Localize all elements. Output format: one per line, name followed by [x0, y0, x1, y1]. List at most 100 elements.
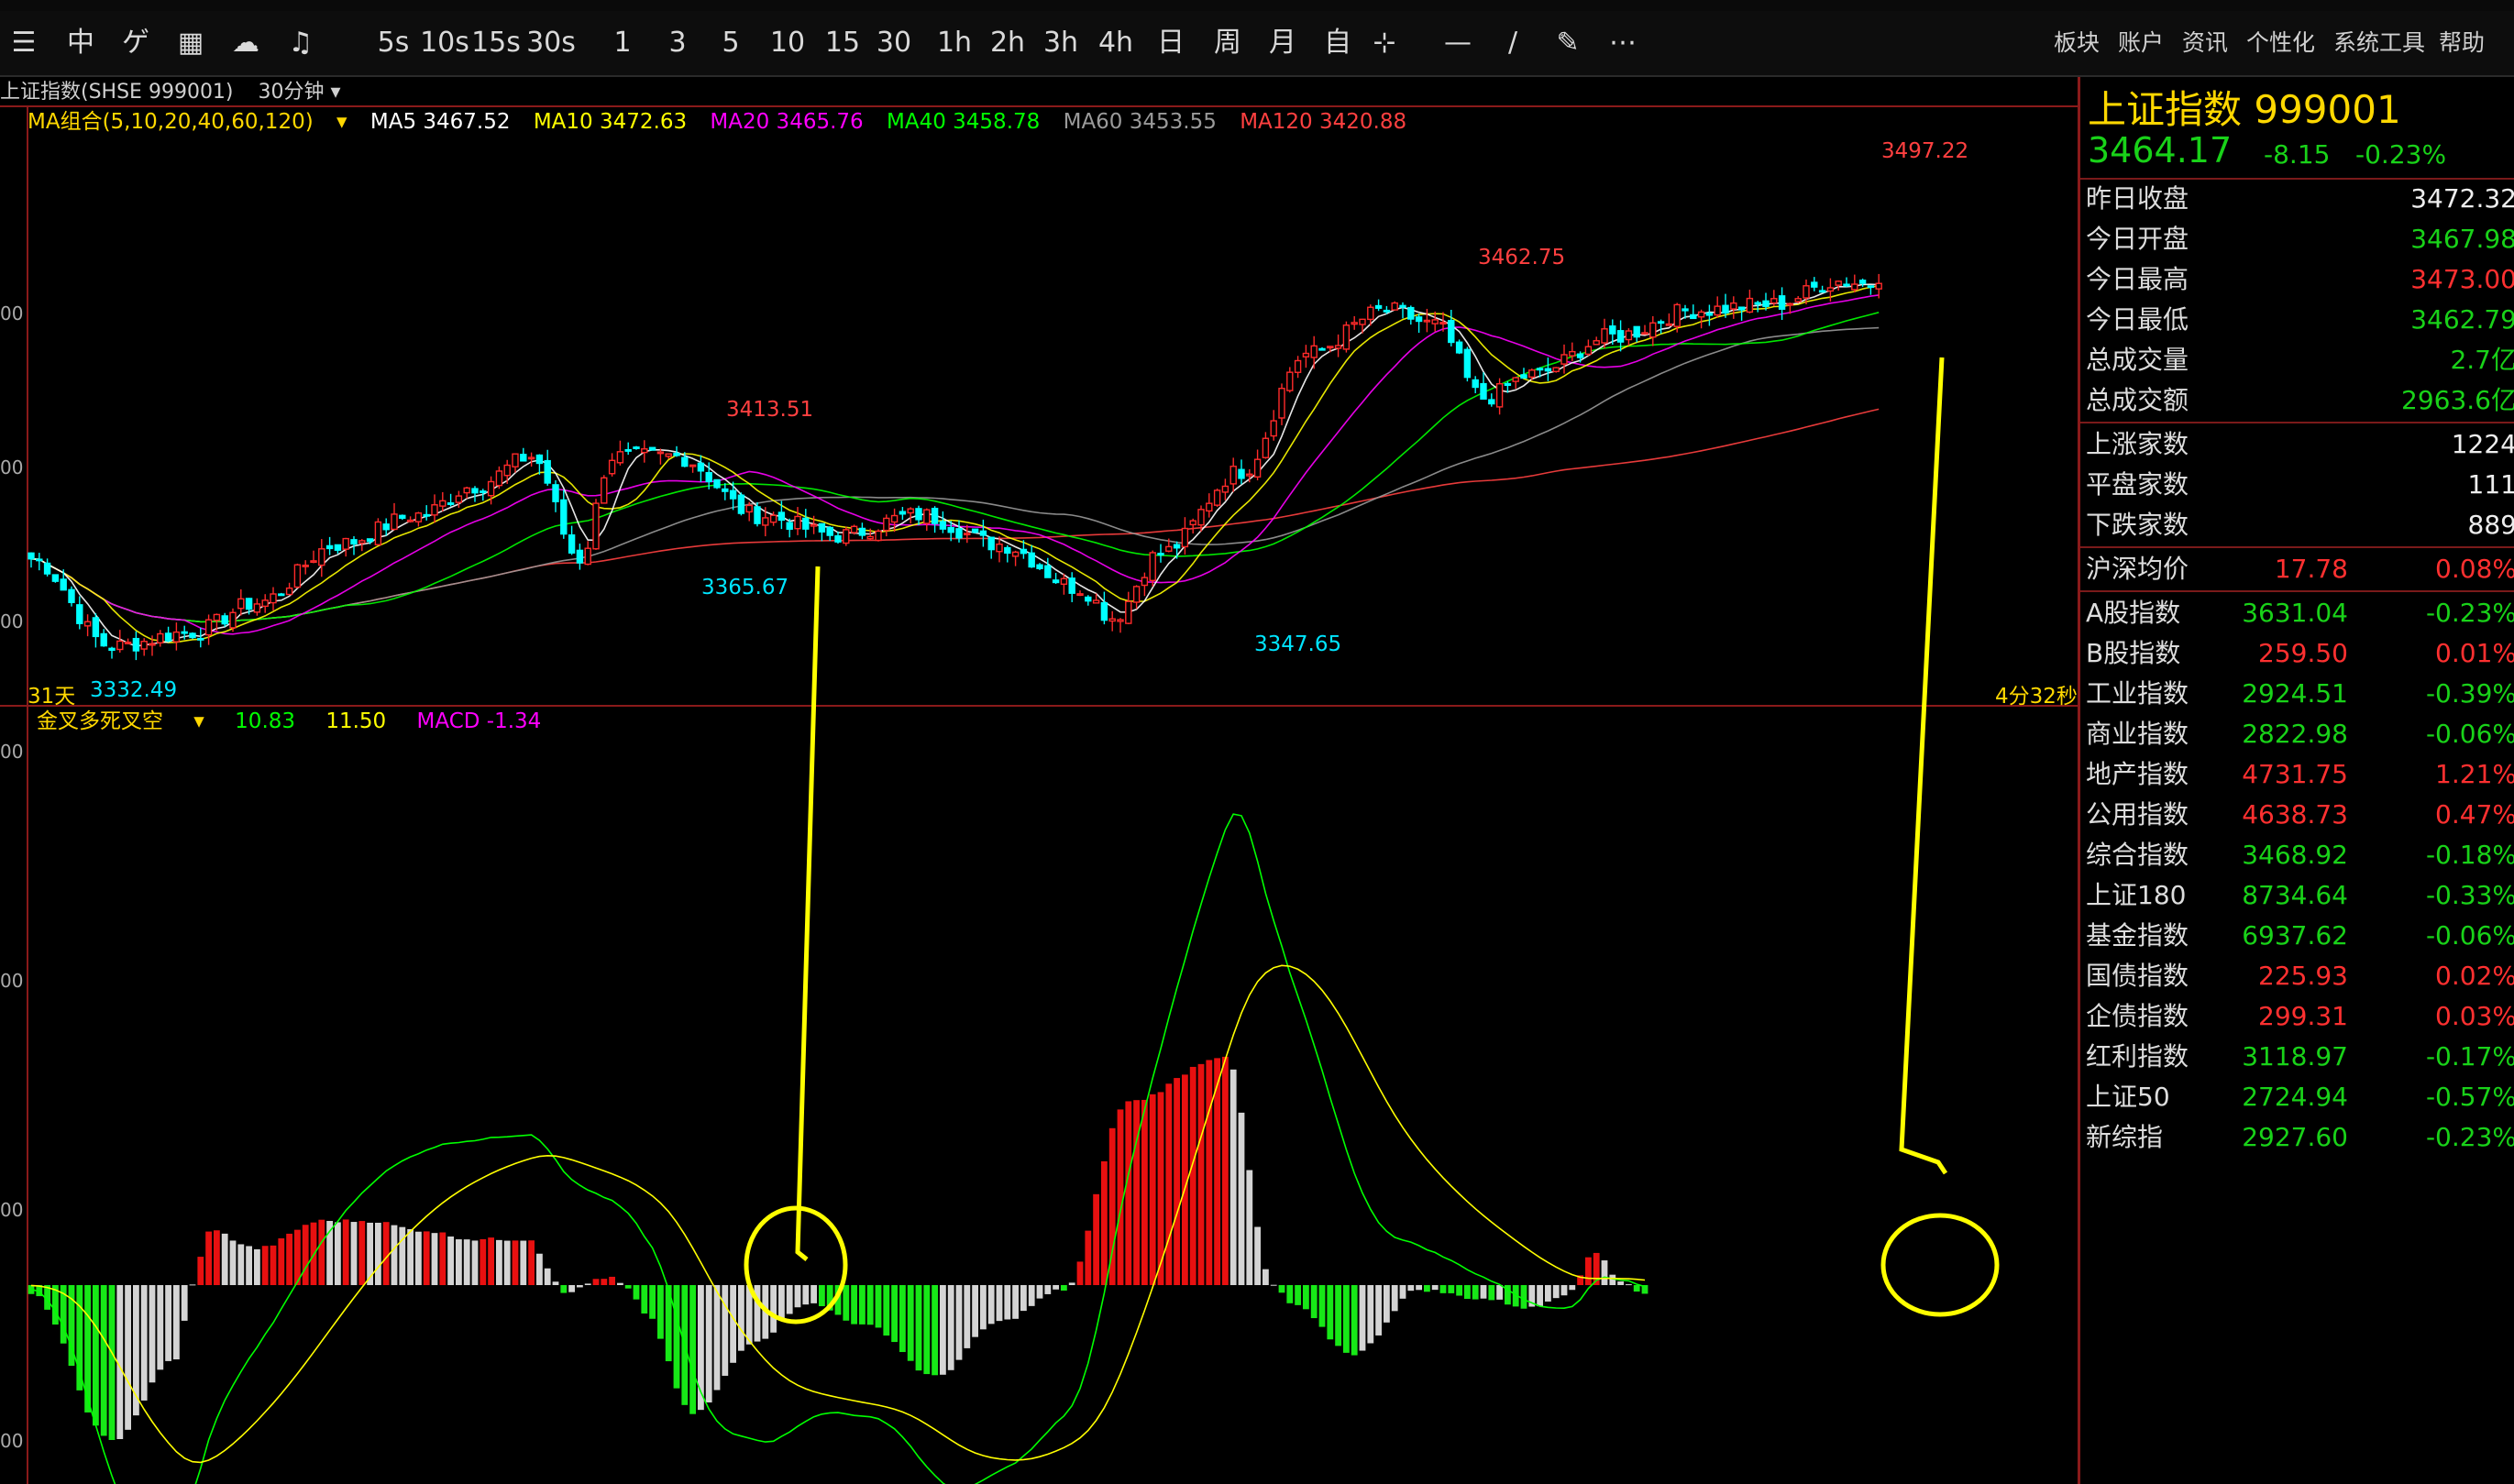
annotation-arrow	[795, 566, 821, 1261]
macd-bar	[1263, 1269, 1269, 1285]
index-row[interactable]: 综合指数 3468.92 -0.18%	[2080, 834, 2514, 875]
macd-bar	[624, 1285, 632, 1289]
index-row[interactable]: 企债指数 299.31 0.03%	[2080, 995, 2514, 1037]
period-button[interactable]: 自	[1313, 11, 1362, 75]
index-row[interactable]: 国债指数 225.93 0.02%	[2080, 955, 2514, 996]
candle-body	[447, 502, 455, 505]
index-row[interactable]: 工业指数 2924.51 -0.39%	[2080, 673, 2514, 714]
high-label: 3462.75	[1478, 246, 1566, 269]
horizontal-line-icon[interactable]: —	[1439, 11, 1476, 75]
candle-body	[270, 593, 277, 604]
menu-list-icon[interactable]: ☰	[7, 11, 40, 75]
period-button[interactable]: 1h	[930, 11, 979, 75]
top-menu-item[interactable]: 板块	[2054, 11, 2100, 75]
period-button[interactable]: 1	[598, 11, 647, 75]
candle-body	[971, 528, 979, 533]
candle-body	[1068, 577, 1075, 594]
candle-body	[1625, 330, 1633, 341]
period-button[interactable]: 5	[706, 11, 755, 75]
period-button[interactable]: 30s	[526, 11, 576, 75]
ma-group-selector[interactable]: MA组合(5,10,20,40,60,120) ▾	[28, 110, 347, 134]
table-icon[interactable]: ▦	[174, 11, 207, 75]
macd-bar	[1028, 1285, 1035, 1306]
candle-body	[1803, 285, 1810, 299]
period-button[interactable]: 3h	[1036, 11, 1086, 75]
period-button[interactable]: 月	[1258, 11, 1307, 75]
brush-icon[interactable]: ゲ	[119, 11, 152, 75]
macd-bar	[1626, 1284, 1632, 1286]
top-menu-item[interactable]: 账户	[2118, 11, 2164, 75]
index-row[interactable]: 上证50 2724.94 -0.57%	[2080, 1076, 2514, 1117]
candle-body	[729, 489, 737, 500]
index-row[interactable]: A股指数 3631.04 -0.23%	[2080, 592, 2514, 633]
period-button[interactable]: 2h	[983, 11, 1032, 75]
trendline-icon[interactable]: ∕	[1494, 11, 1531, 75]
candle-body	[1778, 295, 1786, 310]
period-button[interactable]: 5s	[369, 11, 418, 75]
macd-bar	[1174, 1078, 1180, 1285]
period-button[interactable]: 10s	[420, 11, 469, 75]
kline-icon[interactable]: 中	[64, 11, 97, 75]
macd-bar	[601, 1279, 608, 1285]
top-menu-item[interactable]: 个性化	[2246, 11, 2315, 75]
macd-bar	[173, 1285, 180, 1360]
candle-body	[1342, 324, 1351, 350]
period-button[interactable]: 30	[869, 11, 919, 75]
candle-body	[754, 506, 761, 524]
chart-canvas[interactable]	[0, 77, 2078, 1484]
macd-bar	[480, 1238, 487, 1285]
candle-body	[1746, 297, 1754, 313]
index-row[interactable]: 上证180 8734.64 -0.33%	[2080, 874, 2514, 916]
cloud-icon[interactable]: ☁	[229, 11, 262, 75]
more-icon[interactable]: ⋯	[1604, 11, 1641, 75]
eraser-icon[interactable]: ✎	[1549, 11, 1586, 75]
macd-bar	[1359, 1285, 1366, 1351]
candle-body	[1722, 304, 1729, 314]
candle-body	[1253, 458, 1262, 478]
period-button[interactable]: 15s	[471, 11, 521, 75]
index-row[interactable]: 地产指数 4731.75 1.21%	[2080, 753, 2514, 795]
candle-body	[1641, 332, 1648, 335]
top-menu-item[interactable]: 系统工具	[2333, 11, 2425, 75]
index-pct: -0.23%	[2425, 1122, 2514, 1152]
macd-legend: 金叉多死叉空 ▾ 10.83 11.50 MACD -1.34	[37, 708, 565, 735]
macd-bar	[1149, 1094, 1156, 1285]
period-button[interactable]: 4h	[1091, 11, 1141, 75]
period-button[interactable]: 10	[763, 11, 812, 75]
macd-bar	[1351, 1285, 1358, 1356]
period-button[interactable]: 日	[1146, 11, 1196, 75]
alarm-bell-icon[interactable]: ♫	[284, 11, 317, 75]
index-label: A股指数	[2086, 598, 2181, 628]
candle-body	[1560, 354, 1568, 365]
top-menu-item[interactable]: 资讯	[2182, 11, 2228, 75]
macd-bar	[1141, 1099, 1148, 1285]
stat-label: 总成交额	[2086, 385, 2189, 415]
candle-body	[1601, 328, 1608, 344]
macd-bar	[1375, 1285, 1382, 1336]
macd-bar	[1488, 1285, 1495, 1301]
period-button[interactable]: 3	[653, 11, 702, 75]
index-row[interactable]: 公用指数 4638.73 0.47%	[2080, 794, 2514, 835]
macd-axis-label: 00	[0, 970, 24, 992]
macd-bar	[1229, 1069, 1237, 1285]
period-selector[interactable]: 30分钟 ▾	[259, 81, 341, 104]
candle-body	[1682, 308, 1689, 312]
macd-bar	[1609, 1274, 1616, 1285]
index-row[interactable]: B股指数 259.50 0.01%	[2080, 632, 2514, 674]
indicator-selector[interactable]: 金叉多死叉空 ▾	[37, 709, 204, 733]
crosshair-icon[interactable]: ⊹	[1366, 11, 1403, 75]
macd-bar	[1585, 1257, 1592, 1285]
macd-bar	[1335, 1285, 1341, 1347]
index-row[interactable]: 新综指 2927.60 -0.23%	[2080, 1116, 2514, 1158]
index-value: 4638.73	[2242, 799, 2348, 830]
period-button[interactable]: 周	[1203, 11, 1252, 75]
index-row[interactable]: 商业指数 2822.98 -0.06%	[2080, 713, 2514, 754]
macd-bar	[181, 1285, 188, 1321]
candle-body	[1593, 340, 1600, 346]
period-button[interactable]: 15	[818, 11, 867, 75]
index-row[interactable]: 基金指数 6937.62 -0.06%	[2080, 915, 2514, 956]
top-menu-item[interactable]: 帮助	[2439, 11, 2485, 75]
index-row[interactable]: 红利指数 3118.97 -0.17%	[2080, 1036, 2514, 1077]
candle-body	[471, 488, 479, 494]
candle-body	[1536, 368, 1544, 371]
